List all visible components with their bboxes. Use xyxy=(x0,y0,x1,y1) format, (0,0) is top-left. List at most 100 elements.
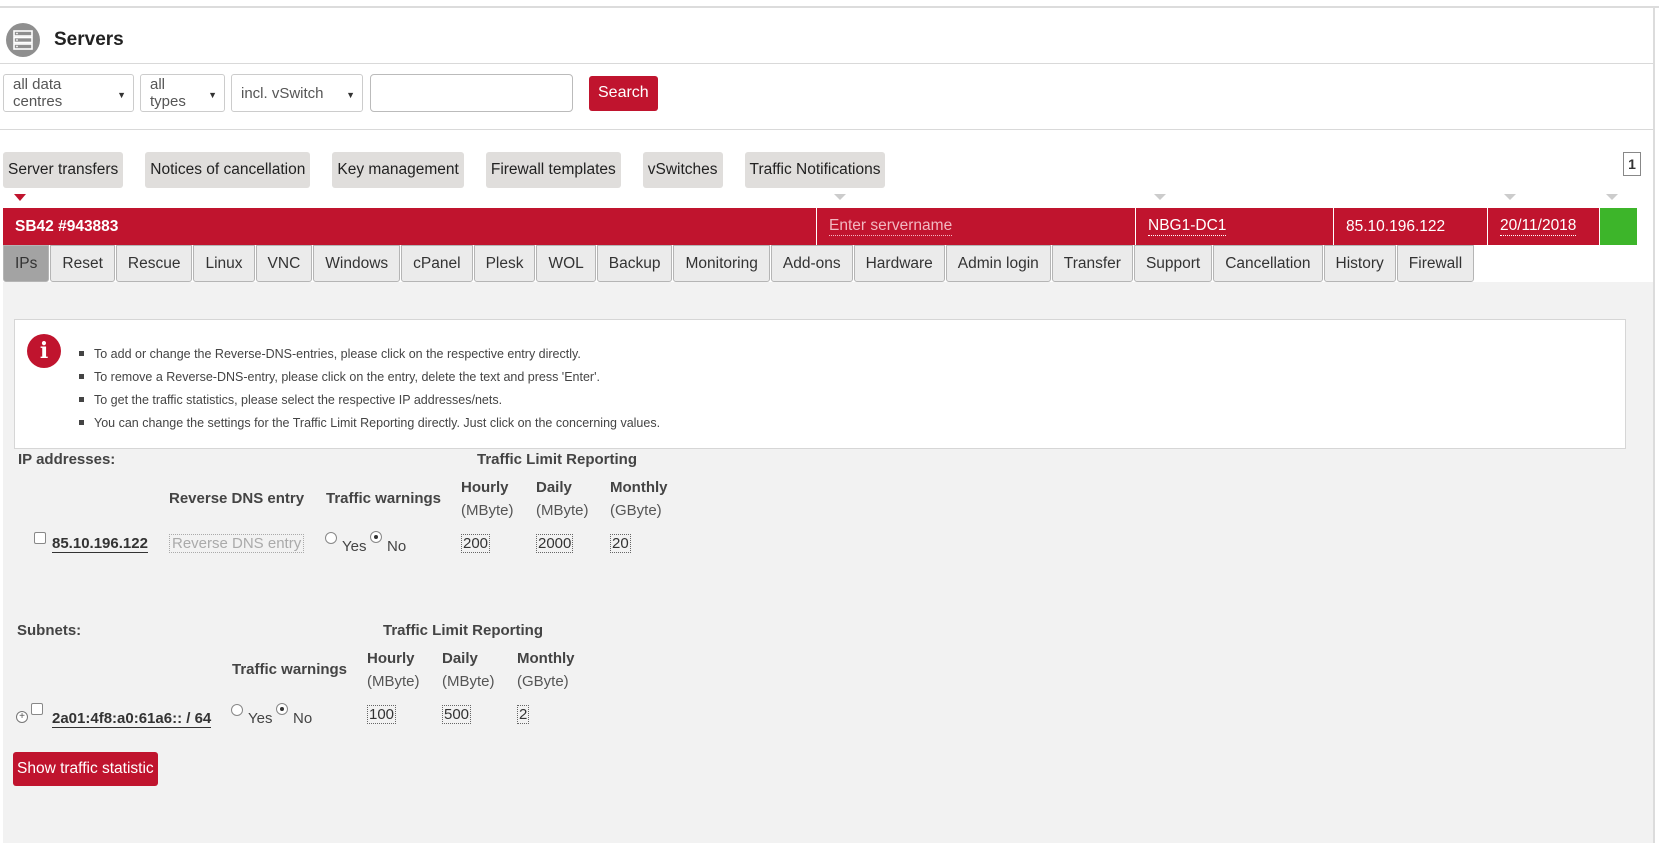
tab-hardware[interactable]: Hardware xyxy=(853,245,945,282)
subnet-select-checkbox[interactable] xyxy=(31,703,43,715)
info-item: To add or change the Reverse-DNS-entries… xyxy=(79,342,660,365)
subnet-col-traffic-warnings: Traffic warnings xyxy=(232,661,348,678)
reverse-dns-input[interactable]: Reverse DNS entry xyxy=(169,534,305,553)
subnet-traffic-limit-heading: Traffic Limit Reporting xyxy=(383,622,544,639)
info-item: To get the traffic statistics, please se… xyxy=(79,388,660,411)
tab-firewall[interactable]: Firewall xyxy=(1396,245,1475,282)
info-item: You can change the settings for the Traf… xyxy=(79,411,660,434)
tab-plesk[interactable]: Plesk xyxy=(473,245,536,282)
subnet-col-daily: Daily xyxy=(442,650,478,667)
tab-monitoring[interactable]: Monitoring xyxy=(673,245,770,282)
page-title: Servers xyxy=(54,29,124,50)
ips-panel: i To add or change the Reverse-DNS-entri… xyxy=(3,282,1653,843)
tab-cpanel[interactable]: cPanel xyxy=(401,245,473,282)
tab-linux[interactable]: Linux xyxy=(193,245,255,282)
subnet-link[interactable]: 2a01:4f8:a0:61a6:: / 64 xyxy=(52,710,212,728)
ip-address-link[interactable]: 85.10.196.122 xyxy=(52,535,148,553)
info-list: To add or change the Reverse-DNS-entries… xyxy=(79,342,660,434)
server-date: 20/11/2018 xyxy=(1488,208,1600,245)
pagination-page[interactable]: 1 xyxy=(1623,152,1641,176)
daily-limit-value[interactable]: 2000 xyxy=(536,534,574,553)
tab-vnc[interactable]: VNC xyxy=(255,245,313,282)
datacentre-select-value: all data centres xyxy=(13,76,63,110)
warnings-yes-label: Yes xyxy=(342,538,367,555)
dropdown-arrow-icon: ▼ xyxy=(346,90,355,100)
unit-monthly: (GByte) xyxy=(610,502,662,519)
key-management-button[interactable]: Key management xyxy=(332,152,464,188)
server-row[interactable]: SB42 #943883 Enter servername NBG1-DC1 8… xyxy=(3,208,1637,245)
info-item: To remove a Reverse-DNS-entry, please cl… xyxy=(79,365,660,388)
monthly-limit-value[interactable]: 20 xyxy=(610,534,631,553)
server-datacentre: NBG1-DC1 xyxy=(1136,208,1334,245)
sort-caret-icon[interactable] xyxy=(14,194,26,201)
notices-of-cancellation-button[interactable]: Notices of cancellation xyxy=(145,152,311,188)
subnet-unit-daily: (MByte) xyxy=(442,673,495,690)
tab-wol[interactable]: WOL xyxy=(536,245,596,282)
warnings-no-radio[interactable] xyxy=(370,531,382,543)
server-toolbar: Server transfers Notices of cancellation… xyxy=(3,152,907,188)
sort-caret-icon[interactable] xyxy=(834,194,846,200)
show-traffic-statistic-button[interactable]: Show traffic statistic xyxy=(13,752,158,786)
info-icon: i xyxy=(27,334,61,368)
status-indicator xyxy=(1600,208,1637,245)
server-icon xyxy=(6,23,40,57)
sort-caret-icon[interactable] xyxy=(1154,194,1166,200)
tab-ips[interactable]: IPs xyxy=(3,245,50,282)
top-border xyxy=(0,6,1659,8)
tab-transfer[interactable]: Transfer xyxy=(1051,245,1133,282)
subnet-warnings-yes-radio[interactable] xyxy=(231,704,243,716)
datacentre-select[interactable]: all data centres ▼ xyxy=(3,74,134,112)
subnet-warnings-no-radio[interactable] xyxy=(276,703,288,715)
hourly-limit-value[interactable]: 200 xyxy=(461,534,491,553)
subnet-unit-monthly: (GByte) xyxy=(517,673,569,690)
tab-windows[interactable]: Windows xyxy=(313,245,401,282)
server-ip: 85.10.196.122 xyxy=(1334,208,1488,245)
subnet-monthly-limit-value[interactable]: 2 xyxy=(517,705,530,724)
unit-daily: (MByte) xyxy=(536,502,589,519)
servername-placeholder: Enter servername xyxy=(829,217,953,236)
tab-rescue[interactable]: Rescue xyxy=(115,245,193,282)
vswitch-select-value: incl. vSwitch xyxy=(241,84,324,102)
page-header: Servers xyxy=(6,22,124,58)
search-button[interactable]: Search xyxy=(589,75,658,111)
expand-plus-icon[interactable]: + xyxy=(16,711,28,723)
vswitch-select[interactable]: incl. vSwitch ▼ xyxy=(231,74,363,112)
col-reverse-dns: Reverse DNS entry xyxy=(169,490,305,507)
traffic-notifications-button[interactable]: Traffic Notifications xyxy=(744,152,886,188)
search-input[interactable] xyxy=(370,74,573,112)
server-transfers-button[interactable]: Server transfers xyxy=(3,152,124,188)
subnet-warnings-yes-label: Yes xyxy=(248,710,273,727)
ip-select-checkbox[interactable] xyxy=(34,532,46,544)
unit-hourly: (MByte) xyxy=(461,502,514,519)
vswitches-button[interactable]: vSwitches xyxy=(642,152,723,188)
filter-bar: all data centres ▼ all types ▼ incl. vSw… xyxy=(3,74,658,112)
subnet-col-monthly: Monthly xyxy=(517,650,575,667)
sort-caret-icon[interactable] xyxy=(1504,194,1516,200)
info-box: i To add or change the Reverse-DNS-entri… xyxy=(14,319,1626,449)
right-border xyxy=(1653,8,1655,843)
subnets-label: Subnets: xyxy=(17,622,82,639)
tab-add-ons[interactable]: Add-ons xyxy=(770,245,853,282)
sort-caret-icon[interactable] xyxy=(1606,194,1618,200)
subnet-warnings-no-label: No xyxy=(293,710,313,727)
divider xyxy=(0,129,1653,130)
tab-support[interactable]: Support xyxy=(1133,245,1213,282)
tab-cancellation[interactable]: Cancellation xyxy=(1213,245,1323,282)
col-daily: Daily xyxy=(536,479,572,496)
date-value: 20/11/2018 xyxy=(1500,217,1577,236)
tab-history[interactable]: History xyxy=(1323,245,1396,282)
tab-admin-login[interactable]: Admin login xyxy=(945,245,1051,282)
firewall-templates-button[interactable]: Firewall templates xyxy=(485,152,621,188)
warnings-yes-radio[interactable] xyxy=(325,532,337,544)
subnet-hourly-limit-value[interactable]: 100 xyxy=(367,705,397,724)
divider xyxy=(0,63,1653,64)
subnet-daily-limit-value[interactable]: 500 xyxy=(442,705,472,724)
col-monthly: Monthly xyxy=(610,479,668,496)
col-hourly: Hourly xyxy=(461,479,509,496)
server-name[interactable]: SB42 #943883 xyxy=(3,208,817,245)
servername-field[interactable]: Enter servername xyxy=(817,208,1136,245)
type-select[interactable]: all types ▼ xyxy=(140,74,225,112)
col-traffic-warnings: Traffic warnings xyxy=(326,490,442,507)
tab-backup[interactable]: Backup xyxy=(596,245,673,282)
tab-reset[interactable]: Reset xyxy=(50,245,115,282)
